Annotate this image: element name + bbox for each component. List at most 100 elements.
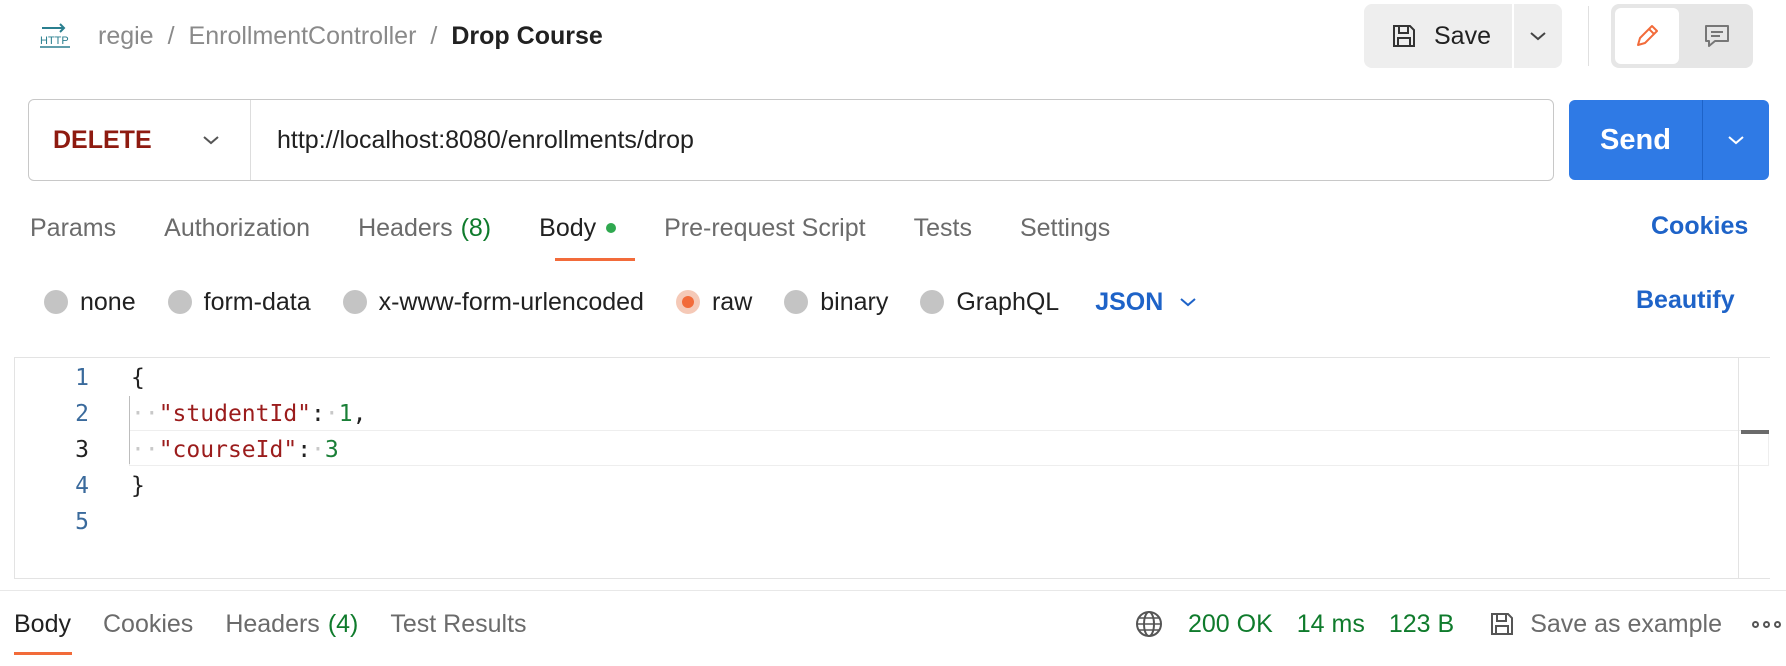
- radio-button-checked: [675, 290, 700, 314]
- tab-label: Authorization: [164, 213, 311, 242]
- method-label: DELETE: [53, 125, 152, 154]
- radio-raw[interactable]: raw: [675, 287, 753, 317]
- code-editor[interactable]: 1 { 2 ··"studentId":·1, 3 ··"courseId":·…: [14, 357, 1770, 579]
- request-url-bar: DELETE http://localhost:8080/enrollments…: [28, 99, 1554, 181]
- radio-none[interactable]: none: [44, 288, 136, 317]
- response-headers-count: (4): [327, 609, 359, 638]
- format-select[interactable]: JSON: [1095, 288, 1197, 317]
- response-size[interactable]: 123 B: [1389, 610, 1454, 639]
- save-icon: [1393, 25, 1415, 47]
- radio-button: [167, 290, 192, 314]
- json-value: 1: [338, 401, 353, 427]
- tab-label: Settings: [1019, 213, 1111, 242]
- globe-icon[interactable]: [1134, 609, 1164, 639]
- tab-body[interactable]: Body: [539, 208, 617, 248]
- pencil-icon: [1637, 25, 1658, 46]
- http-icon: HTTP: [38, 20, 74, 50]
- code-text: {: [131, 365, 145, 391]
- body-type-options: none form-data x-www-form-urlencoded raw…: [44, 282, 1197, 322]
- save-example-label: Save as example: [1530, 609, 1722, 638]
- chevron-down-icon: [1530, 32, 1546, 41]
- url-input[interactable]: http://localhost:8080/enrollments/drop: [251, 126, 694, 155]
- chevron-down-icon: [203, 136, 219, 145]
- code-text: ··"studentId":·1,: [131, 401, 367, 427]
- radio-label: binary: [820, 287, 889, 316]
- response-tab-headers[interactable]: Headers (4): [225, 610, 358, 639]
- body-indicator-dot: [606, 223, 617, 233]
- tab-label: Body: [539, 213, 597, 242]
- radio-label: raw: [711, 287, 753, 316]
- json-value: 3: [324, 437, 339, 463]
- radio-binary[interactable]: binary: [784, 288, 888, 317]
- response-tabs: Body Cookies Headers (4) Test Results: [14, 604, 559, 644]
- save-label: Save: [1434, 21, 1491, 50]
- tab-label: Params: [30, 213, 117, 242]
- comments-mode-button[interactable]: [1685, 8, 1749, 64]
- response-active-tab-indicator: [14, 652, 72, 655]
- response-tab-body[interactable]: Body: [14, 610, 71, 639]
- chevron-down-icon: [1180, 298, 1196, 307]
- line-number: 5: [75, 509, 89, 535]
- chevron-down-icon: [1728, 136, 1744, 145]
- method-select[interactable]: DELETE: [29, 100, 251, 180]
- radio-label: GraphQL: [956, 287, 1060, 316]
- code-line: 5: [15, 504, 131, 540]
- radio-x-www-form-urlencoded[interactable]: x-www-form-urlencoded: [342, 287, 644, 317]
- response-time[interactable]: 14 ms: [1297, 610, 1365, 639]
- tab-headers[interactable]: Headers (8): [358, 208, 491, 248]
- tab-label: Pre-request Script: [664, 213, 866, 242]
- code-text: ··"courseId":·3: [131, 437, 339, 463]
- response-tab-cookies[interactable]: Cookies: [103, 610, 193, 639]
- tab-label: Tests: [913, 213, 972, 242]
- radio-label: x-www-form-urlencoded: [378, 287, 644, 316]
- cookies-link[interactable]: Cookies: [1651, 212, 1748, 241]
- current-line-highlight: [129, 430, 1769, 466]
- code-line: 3 ··"courseId":·3: [15, 432, 339, 468]
- editor-scrollbar[interactable]: [1738, 357, 1739, 579]
- save-options-button[interactable]: [1514, 4, 1562, 68]
- radio-button: [784, 290, 809, 314]
- tab-pre-request-script[interactable]: Pre-request Script: [664, 208, 865, 248]
- save-button[interactable]: Save: [1364, 4, 1512, 68]
- tab-label: Headers: [358, 213, 453, 242]
- view-mode-toggle: [1611, 4, 1753, 68]
- breadcrumb-folder[interactable]: EnrollmentController: [189, 22, 417, 51]
- radio-button: [342, 290, 367, 314]
- radio-graphql[interactable]: GraphQL: [920, 288, 1059, 317]
- send-options-button[interactable]: [1703, 100, 1769, 180]
- breadcrumb: regie / EnrollmentController / Drop Cour…: [98, 20, 603, 52]
- svg-text:HTTP: HTTP: [40, 35, 69, 47]
- beautify-button[interactable]: Beautify: [1636, 286, 1735, 315]
- editor-scroll-thumb[interactable]: [1741, 430, 1769, 434]
- radio-button: [44, 290, 68, 314]
- json-key: "courseId": [158, 437, 298, 463]
- edit-mode-button[interactable]: [1615, 8, 1679, 64]
- tab-tests[interactable]: Tests: [914, 208, 972, 248]
- save-icon: [1491, 613, 1514, 635]
- comment-icon: [1705, 25, 1729, 47]
- line-number: 2: [75, 401, 89, 427]
- more-options-icon[interactable]: [1752, 620, 1781, 628]
- response-divider: [0, 590, 1786, 591]
- tab-label: Headers: [225, 609, 320, 638]
- line-number: 1: [75, 365, 89, 391]
- response-meta: 200 OK 14 ms 123 B Save as example: [1134, 604, 1781, 644]
- send-button[interactable]: Send: [1569, 100, 1703, 180]
- tab-params[interactable]: Params: [30, 208, 116, 248]
- status-code[interactable]: 200 OK: [1188, 610, 1273, 639]
- breadcrumb-separator: /: [430, 21, 438, 50]
- tab-settings[interactable]: Settings: [1020, 208, 1110, 248]
- request-name[interactable]: Drop Course: [451, 22, 602, 51]
- response-tab-test-results[interactable]: Test Results: [390, 610, 526, 639]
- code-line: 1 {: [15, 360, 145, 396]
- radio-label: none: [80, 287, 136, 316]
- breadcrumb-collection[interactable]: regie: [98, 22, 154, 51]
- save-group: Save: [1364, 4, 1562, 68]
- request-tabs: Params Authorization Headers (8) Body Pre…: [30, 208, 1158, 248]
- save-as-example-button[interactable]: Save as example: [1488, 610, 1722, 639]
- radio-form-data[interactable]: form-data: [167, 288, 311, 317]
- json-key: "studentId": [158, 401, 312, 427]
- format-label: JSON: [1095, 287, 1164, 316]
- code-text: }: [131, 473, 145, 499]
- tab-authorization[interactable]: Authorization: [164, 208, 310, 248]
